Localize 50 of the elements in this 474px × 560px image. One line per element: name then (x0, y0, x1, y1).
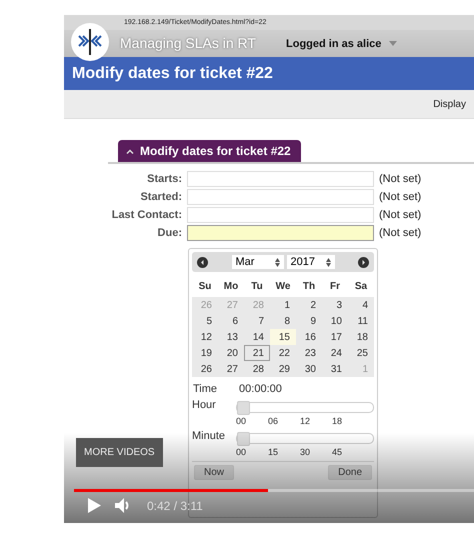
weekday-label: Fr (329, 280, 341, 292)
weekday-label: Su (198, 280, 212, 292)
field-label: Last Contact: (110, 209, 182, 221)
weekday-label: Th (302, 280, 316, 292)
time-value: 00:00:00 (239, 383, 282, 395)
field-note: (Not set) (379, 173, 422, 185)
tick-label: 30 (300, 447, 312, 457)
user-menu[interactable]: Logged in as alice (286, 38, 382, 50)
day-cell[interactable]: 21 (244, 345, 270, 361)
previous-icon[interactable] (197, 256, 208, 268)
field-note: (Not set) (379, 191, 422, 203)
slider-handle[interactable] (237, 401, 250, 415)
page-title: Modify dates for ticket #22 (72, 64, 273, 82)
slider-handle[interactable] (237, 432, 250, 446)
weekday-label: Sa (354, 280, 368, 292)
tick-label: 00 (236, 447, 248, 457)
time-display: 0:42 / 3:11 (147, 498, 203, 512)
tick-label: 00 (236, 416, 248, 426)
section-tab[interactable]: Modify dates for ticket #22 (118, 140, 301, 162)
day-cell[interactable]: 15 (270, 329, 296, 345)
field-note: (Not set) (379, 227, 422, 239)
menu-link[interactable]: Display (433, 98, 466, 110)
field-label: Started: (139, 191, 182, 203)
weekday-label: We (274, 280, 292, 292)
tick-label: 15 (268, 447, 280, 457)
date-field[interactable] (187, 225, 374, 241)
month-select[interactable]: Mar (232, 255, 284, 269)
more-videos-button[interactable]: MORE VIDEOS (76, 438, 163, 467)
slider-label: Hour (192, 399, 217, 411)
updown-icon (274, 258, 280, 266)
weekday-label: Tu (250, 280, 264, 292)
tick-label: 45 (332, 447, 344, 457)
year-select[interactable]: 2017 (286, 255, 334, 269)
updown-icon (326, 258, 330, 266)
weekday-label: Mo (222, 280, 240, 292)
field-label: Starts: (146, 173, 182, 185)
picker-button[interactable]: Now (194, 465, 234, 480)
tick-label: 12 (300, 416, 312, 426)
field-note: (Not set) (379, 209, 422, 221)
tick-label: 06 (268, 416, 280, 426)
play-icon[interactable] (88, 498, 101, 513)
slider-label: Minute (192, 430, 226, 442)
caret-icon (389, 41, 398, 46)
tick-label: 18 (332, 416, 344, 426)
next-icon[interactable] (358, 256, 369, 268)
field-label: Due: (156, 227, 182, 239)
time-label: Time (193, 383, 218, 395)
logo-icon[interactable] (71, 23, 109, 61)
picker-button[interactable]: Done (328, 465, 372, 480)
progress-bar[interactable] (74, 489, 474, 492)
